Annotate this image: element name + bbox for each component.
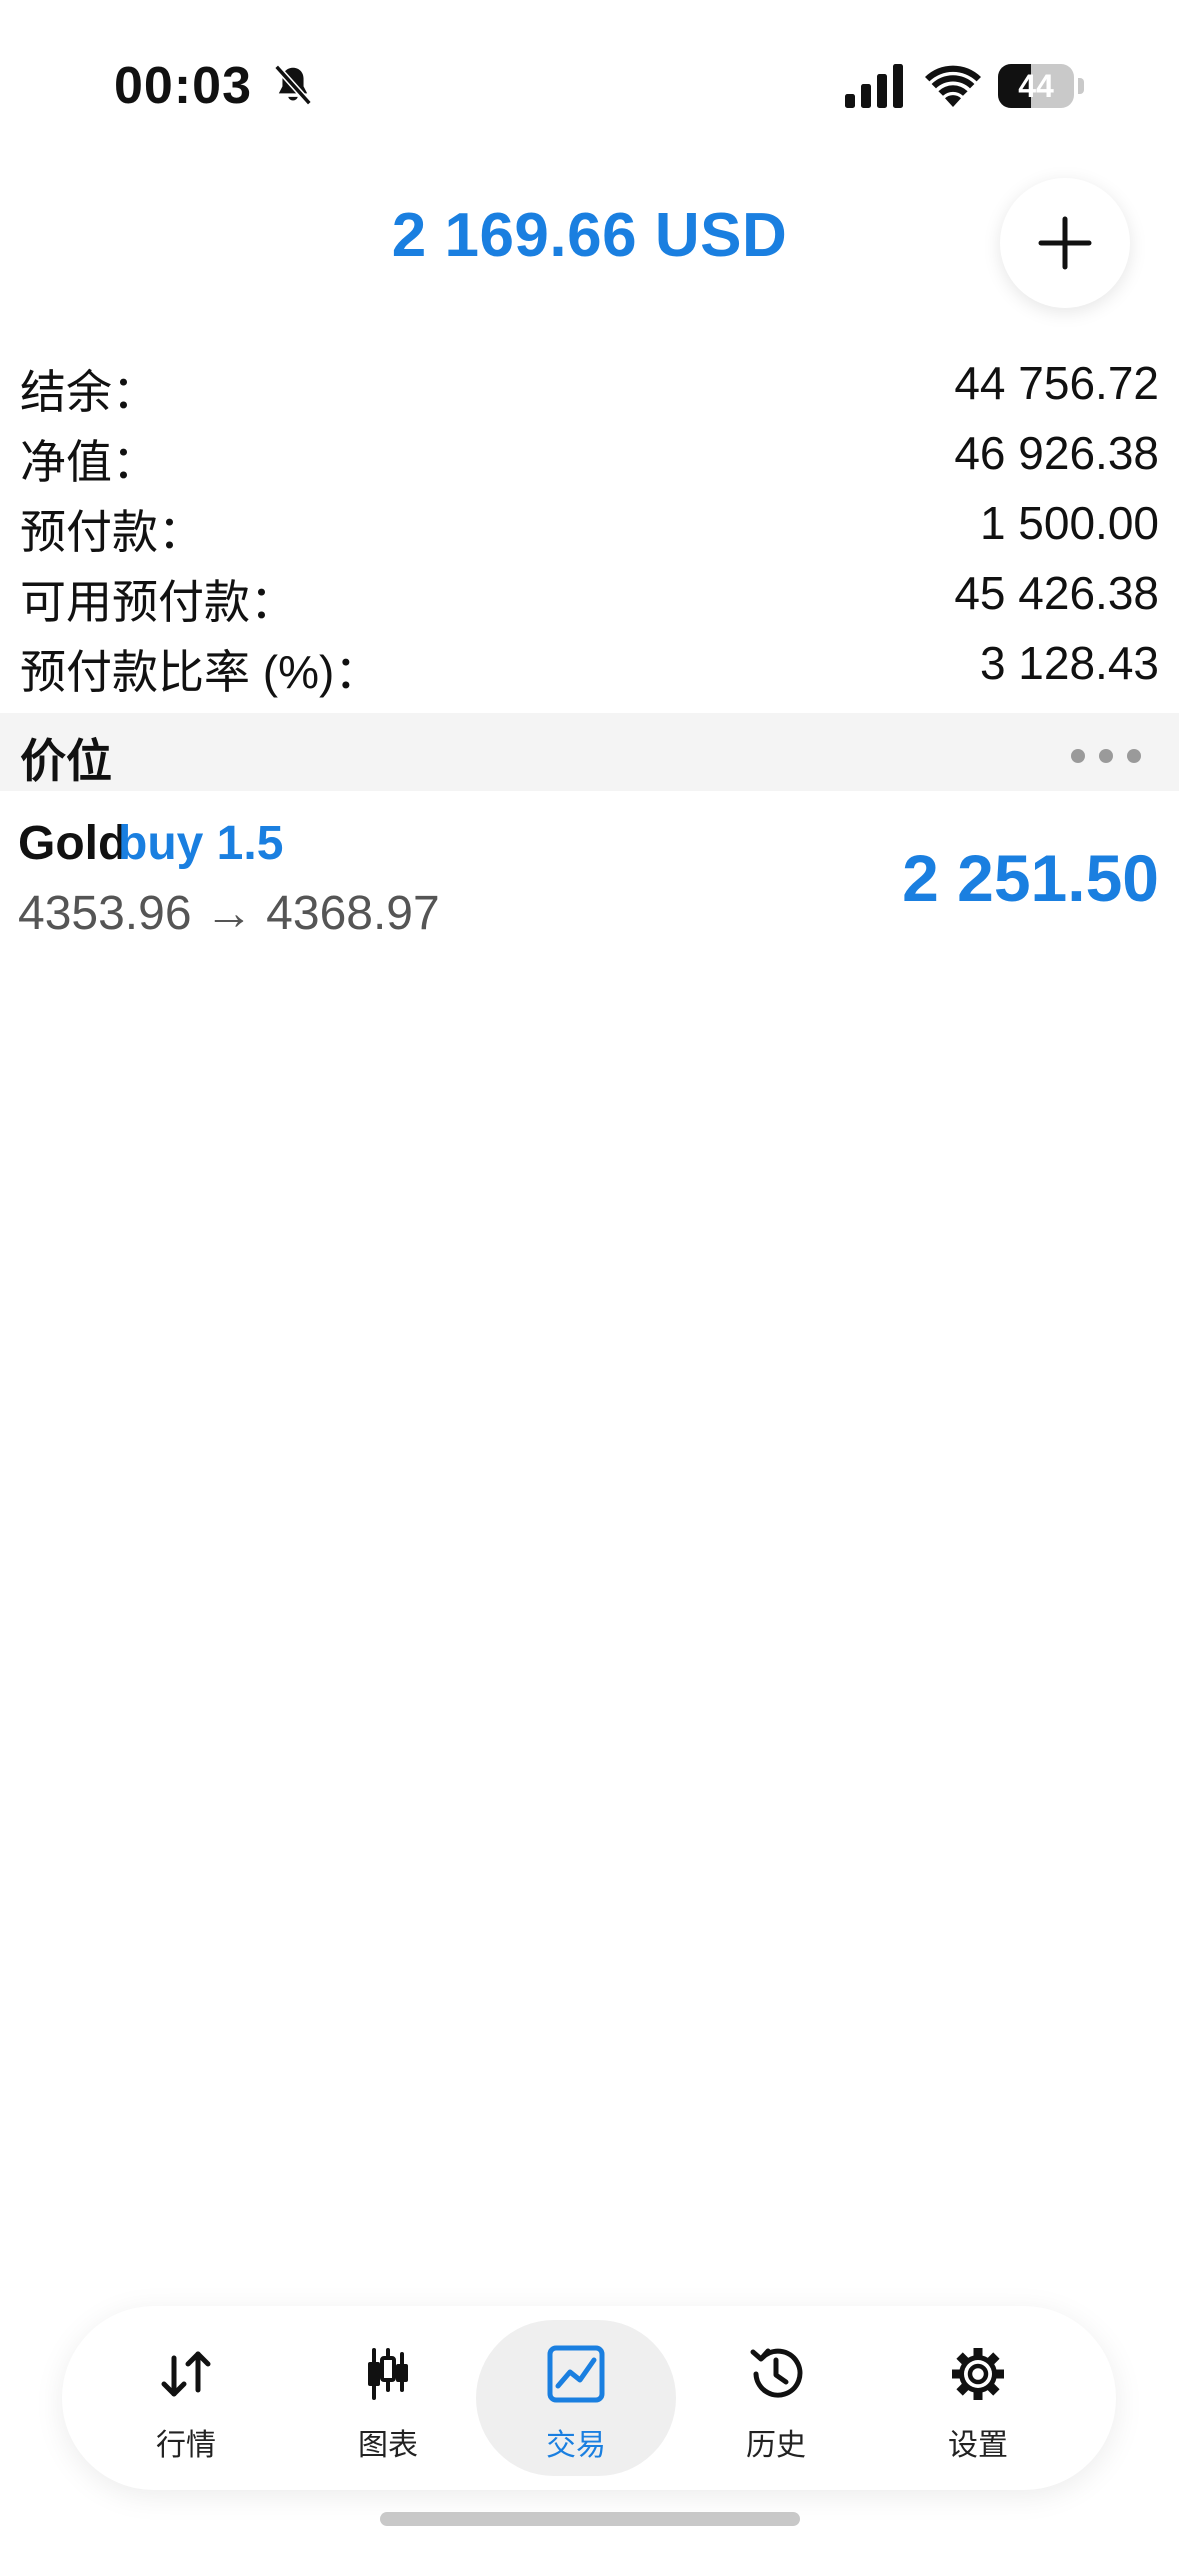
dot	[1099, 749, 1113, 763]
more-horizontal-icon[interactable]	[1071, 749, 1141, 763]
settings-gear-icon	[952, 2348, 1004, 2400]
positions-section-header: 价位	[0, 713, 1179, 791]
position-row[interactable]: Gold buy 1.5 4353.96 → 4368.97 2 251.50	[0, 800, 1179, 950]
margin-level-row: 预付款比率 (%)： 3 128.43	[0, 630, 1179, 700]
equity-row: 净值： 46 926.38	[0, 420, 1179, 490]
battery-body: 44	[998, 64, 1074, 108]
free-margin-label: 可用预付款：	[20, 576, 296, 628]
free-margin-value: 45 426.38	[954, 567, 1159, 619]
status-time: 00:03	[114, 57, 252, 115]
position-prices: 4353.96 → 4368.97	[18, 887, 440, 940]
quotes-arrows-icon	[161, 2351, 211, 2397]
battery-icon: 44	[998, 64, 1084, 108]
trade-chart-icon	[547, 2345, 605, 2403]
margin-label: 预付款：	[20, 506, 204, 558]
cellular-signal-icon	[845, 64, 903, 108]
equity-value: 46 926.38	[954, 427, 1159, 479]
balance-row: 结余： 44 756.72	[0, 350, 1179, 420]
home-indicator	[380, 2512, 800, 2526]
battery-percent: 44	[1018, 68, 1054, 104]
tab-history-label: 历史	[746, 2429, 806, 2462]
history-icon	[750, 2348, 803, 2398]
balance-label: 结余：	[20, 366, 158, 418]
trade-screen: 00:03 44 2 169.66 USD 结余： 44 756.72 净值： …	[0, 0, 1179, 2556]
tab-charts-label: 图表	[358, 2429, 418, 2462]
tab-settings[interactable]: 设置	[878, 2320, 1078, 2476]
battery-cap	[1078, 78, 1084, 94]
new-order-button[interactable]	[1000, 178, 1130, 308]
section-title: 价位	[20, 735, 112, 787]
tab-quotes-label: 行情	[156, 2429, 216, 2462]
equity-label: 净值：	[20, 436, 158, 488]
position-direction: buy 1.5	[118, 817, 284, 870]
tab-history[interactable]: 历史	[676, 2320, 876, 2476]
dot	[1071, 749, 1085, 763]
candlestick-icon	[368, 2348, 408, 2400]
balance-value: 44 756.72	[954, 357, 1159, 409]
tab-trade-label: 交易	[546, 2429, 606, 2462]
tab-quotes[interactable]: 行情	[86, 2320, 286, 2476]
account-summary: 结余： 44 756.72 净值： 46 926.38 预付款： 1 500.0…	[0, 350, 1179, 700]
wifi-icon	[925, 65, 981, 107]
plus-icon	[1038, 216, 1092, 270]
free-margin-row: 可用预付款： 45 426.38	[0, 560, 1179, 630]
margin-level-label: 预付款比率 (%)：	[20, 646, 381, 698]
tab-trade[interactable]: 交易	[476, 2320, 676, 2476]
margin-row: 预付款： 1 500.00	[0, 490, 1179, 560]
position-profit: 2 251.50	[902, 841, 1159, 915]
dot	[1127, 749, 1141, 763]
margin-level-value: 3 128.43	[979, 637, 1159, 689]
status-bar: 00:03 44	[0, 0, 1179, 170]
tab-settings-label: 设置	[948, 2429, 1008, 2462]
bell-slash-icon	[274, 64, 312, 106]
tab-bar: 行情 图表 交易 历史 设置	[62, 2306, 1116, 2490]
tab-charts[interactable]: 图表	[288, 2320, 488, 2476]
position-symbol: Gold	[18, 817, 128, 870]
margin-value: 1 500.00	[979, 497, 1159, 549]
